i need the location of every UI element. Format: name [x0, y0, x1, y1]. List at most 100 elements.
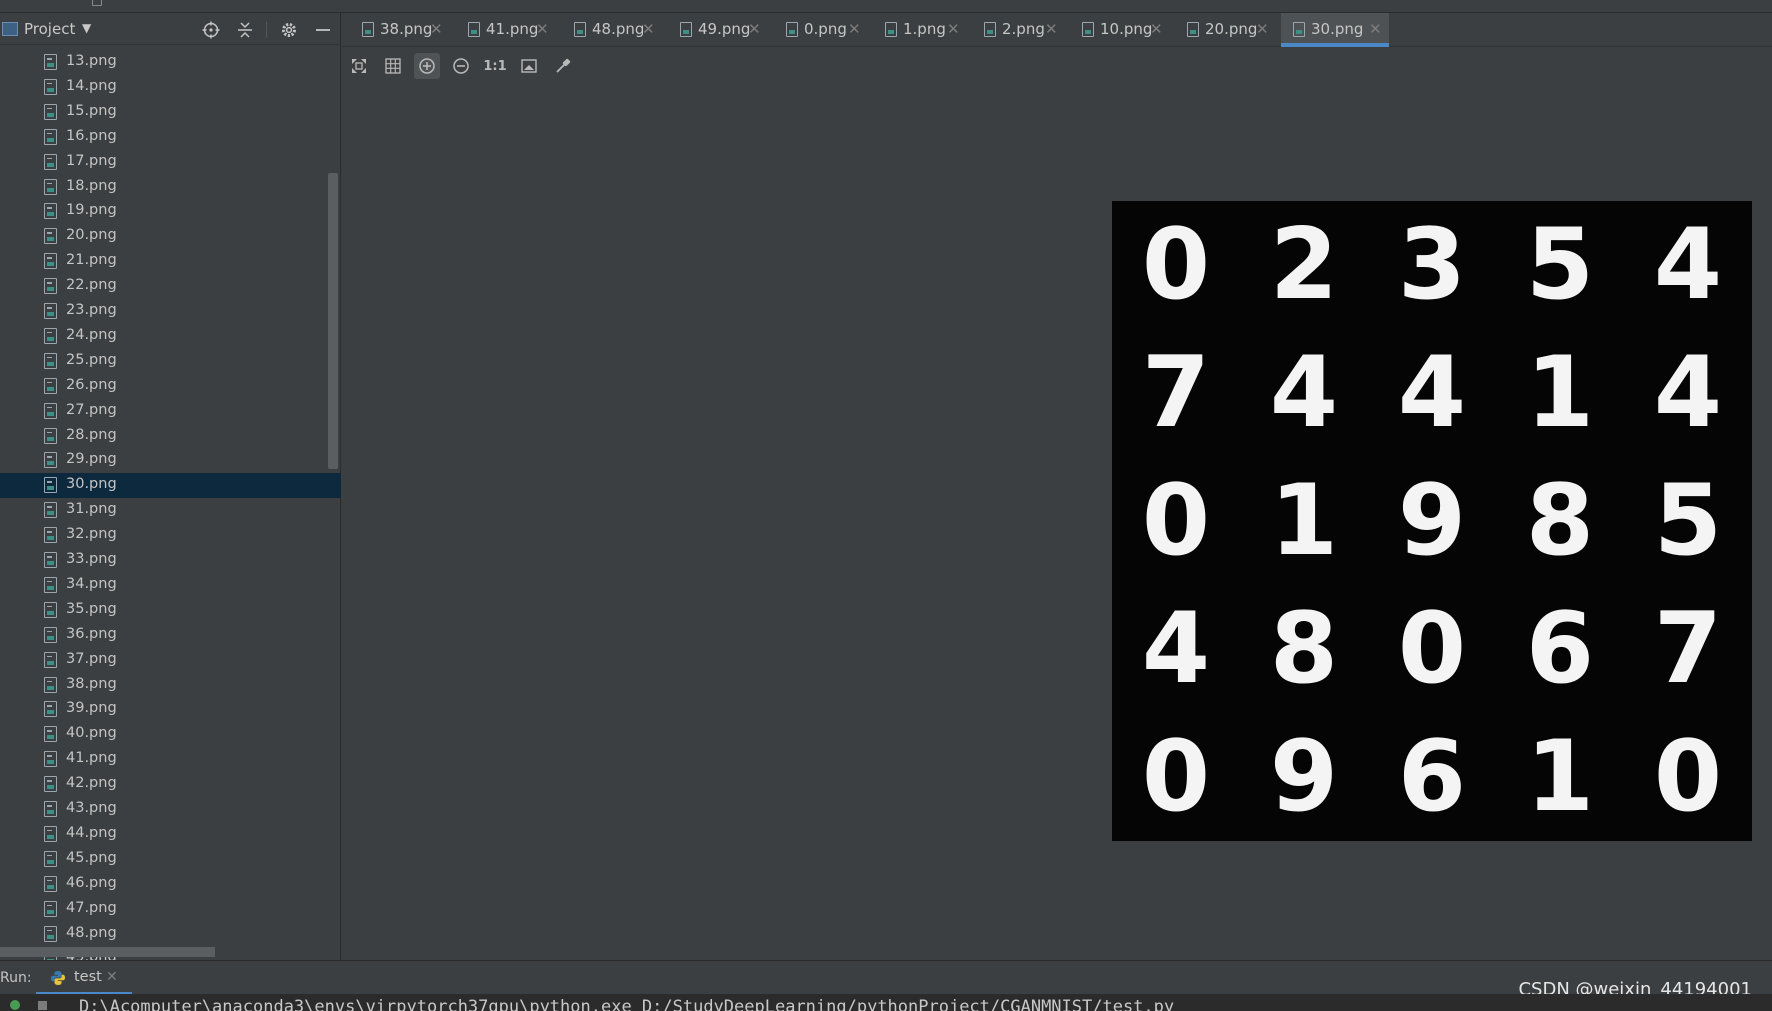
digit-cell: 8 [1269, 592, 1339, 706]
collapse-all-icon[interactable] [234, 19, 256, 41]
file-item[interactable]: 46.png [0, 872, 341, 897]
vertical-scrollbar[interactable] [328, 173, 338, 469]
file-name: 42.png [66, 775, 117, 792]
file-item[interactable]: 23.png [0, 299, 341, 324]
close-icon[interactable]: ✕ [642, 20, 655, 38]
file-item[interactable]: 31.png [0, 498, 341, 523]
digit-cell: 0 [1141, 720, 1211, 834]
close-icon[interactable]: ✕ [848, 20, 861, 38]
digit-cell: 4 [1269, 336, 1339, 450]
close-icon[interactable]: ✕ [106, 969, 118, 985]
file-item[interactable]: 22.png [0, 274, 341, 299]
digit-cell: 2 [1269, 208, 1339, 322]
project-view-selector[interactable]: Project [24, 20, 75, 38]
file-item[interactable]: 40.png [0, 722, 341, 747]
file-item[interactable]: 32.png [0, 523, 341, 548]
file-item[interactable]: 16.png [0, 125, 341, 150]
zoom-in-icon[interactable] [414, 53, 440, 79]
file-name: 17.png [66, 152, 117, 169]
file-item[interactable]: 39.png [0, 697, 341, 722]
file-item[interactable]: 18.png [0, 175, 341, 200]
tab-20-png[interactable]: 20.png ✕ [1175, 13, 1276, 46]
file-item[interactable]: 21.png [0, 249, 341, 274]
image-toolbar: 1:1 [342, 48, 1772, 82]
file-item[interactable]: 30.png [0, 473, 341, 499]
file-name: 46.png [66, 874, 117, 891]
file-name: 14.png [66, 77, 117, 94]
close-icon[interactable]: ✕ [1150, 20, 1163, 38]
file-item[interactable]: 26.png [0, 374, 341, 399]
file-item[interactable]: 37.png [0, 648, 341, 673]
rerun-icon[interactable] [10, 1000, 20, 1010]
file-item[interactable]: 41.png [0, 747, 341, 772]
file-item[interactable]: 34.png [0, 573, 341, 598]
file-item[interactable]: 25.png [0, 349, 341, 374]
file-item[interactable]: 38.png [0, 673, 341, 698]
file-item[interactable]: 35.png [0, 598, 341, 623]
stop-icon[interactable] [38, 1001, 47, 1010]
tab-30-png[interactable]: 30.png ✕ [1281, 13, 1389, 47]
run-tab-test[interactable]: test ✕ [36, 961, 132, 995]
file-item[interactable]: 28.png [0, 424, 341, 449]
file-item[interactable]: 15.png [0, 100, 341, 125]
image-file-icon [44, 153, 57, 170]
fit-zoom-icon[interactable] [346, 53, 372, 79]
digit-cell: 3 [1397, 208, 1467, 322]
tab-49-png[interactable]: 49.png ✕ [668, 13, 768, 46]
minimize-icon[interactable] [312, 19, 334, 41]
file-item[interactable]: 45.png [0, 847, 341, 872]
file-item[interactable]: 19.png [0, 199, 341, 224]
run-console: D:\Acomputer\anaconda3\envs\virpytorch37… [0, 994, 1772, 1011]
chevron-down-icon[interactable]: ▼ [82, 21, 91, 35]
tab-1-png[interactable]: 1.png ✕ [873, 13, 967, 46]
tab-2-png[interactable]: 2.png ✕ [972, 13, 1065, 46]
file-item[interactable]: 33.png [0, 548, 341, 573]
locate-icon[interactable] [200, 19, 222, 41]
file-item[interactable]: 29.png [0, 448, 341, 473]
file-item[interactable]: 48.png [0, 922, 341, 947]
file-name: 44.png [66, 824, 117, 841]
horizontal-scrollbar[interactable] [0, 947, 215, 957]
close-icon[interactable]: ✕ [748, 20, 761, 38]
file-name: 45.png [66, 849, 117, 866]
tab-0-png[interactable]: 0.png ✕ [774, 13, 868, 46]
tab-41-png[interactable]: 41.png ✕ [456, 13, 556, 46]
close-icon[interactable]: ✕ [947, 20, 960, 38]
file-item[interactable]: 36.png [0, 623, 341, 648]
file-item[interactable]: 47.png [0, 897, 341, 922]
close-icon[interactable]: ✕ [1369, 20, 1382, 38]
image-file-icon [44, 54, 57, 70]
file-item[interactable]: 20.png [0, 224, 341, 249]
background-icon[interactable] [516, 53, 542, 79]
grid-icon[interactable] [380, 53, 406, 79]
image-file-icon [574, 22, 586, 37]
tab-10-png[interactable]: 10.png ✕ [1070, 13, 1170, 46]
file-name: 15.png [66, 102, 117, 119]
close-icon[interactable]: ✕ [430, 20, 443, 38]
gear-icon[interactable] [278, 19, 300, 41]
file-item[interactable]: 13.png [0, 50, 341, 75]
close-icon[interactable]: ✕ [536, 20, 549, 38]
tab-38-png[interactable]: 38.png ✕ [350, 13, 450, 46]
image-file-icon [44, 552, 57, 568]
file-item[interactable]: 43.png [0, 797, 341, 822]
file-name: 30.png [66, 476, 117, 493]
file-item[interactable]: 24.png [0, 324, 341, 349]
file-item[interactable]: 42.png [0, 772, 341, 797]
file-item[interactable]: 17.png [0, 150, 341, 175]
actual-size-button[interactable]: 1:1 [482, 53, 508, 79]
tab-label: 1.png [903, 20, 946, 38]
zoom-out-icon[interactable] [448, 53, 474, 79]
image-file-icon [44, 303, 57, 319]
tab-48-png[interactable]: 48.png ✕ [562, 13, 662, 46]
file-item[interactable]: 44.png [0, 822, 341, 847]
file-item[interactable]: 27.png [0, 399, 341, 424]
digit-cell: 6 [1525, 592, 1595, 706]
image-file-icon [44, 327, 57, 344]
color-picker-icon[interactable] [550, 53, 576, 79]
file-name: 19.png [66, 202, 117, 219]
close-icon[interactable]: ✕ [1256, 20, 1269, 38]
file-item[interactable]: 14.png [0, 75, 341, 100]
file-name: 13.png [66, 53, 117, 69]
close-icon[interactable]: ✕ [1045, 20, 1058, 38]
